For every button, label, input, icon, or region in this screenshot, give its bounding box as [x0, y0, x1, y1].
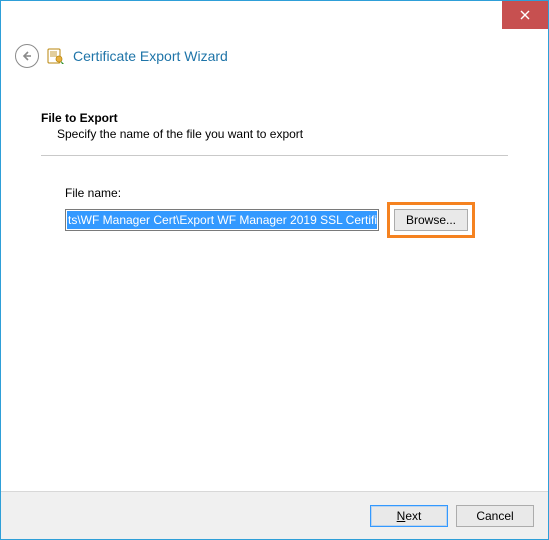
browse-button[interactable]: Browse...	[394, 209, 468, 231]
close-button[interactable]	[502, 1, 548, 29]
next-rest: ext	[405, 509, 421, 523]
file-field-block: File name: ts\WF Manager Cert\Export WF …	[65, 186, 508, 238]
cancel-button[interactable]: Cancel	[456, 505, 534, 527]
divider	[41, 155, 508, 156]
wizard-window: Certificate Export Wizard File to Export…	[0, 0, 549, 540]
titlebar	[1, 1, 548, 29]
file-name-input[interactable]	[65, 209, 379, 231]
wizard-title: Certificate Export Wizard	[73, 48, 228, 64]
back-button[interactable]	[15, 44, 39, 68]
file-name-input-wrap[interactable]: ts\WF Manager Cert\Export WF Manager 201…	[65, 209, 379, 231]
wizard-footer: Next Cancel	[1, 491, 548, 539]
close-icon	[520, 10, 530, 20]
wizard-body: File to Export Specify the name of the f…	[1, 83, 548, 491]
browse-highlight: Browse...	[387, 202, 475, 238]
section-subtitle: Specify the name of the file you want to…	[57, 127, 508, 141]
certificate-icon	[47, 47, 65, 65]
wizard-header: Certificate Export Wizard	[1, 29, 548, 83]
back-arrow-icon	[21, 50, 33, 62]
file-name-label: File name:	[65, 186, 508, 200]
next-button[interactable]: Next	[370, 505, 448, 527]
section-heading: File to Export	[41, 111, 508, 125]
file-field-row: ts\WF Manager Cert\Export WF Manager 201…	[65, 202, 508, 238]
